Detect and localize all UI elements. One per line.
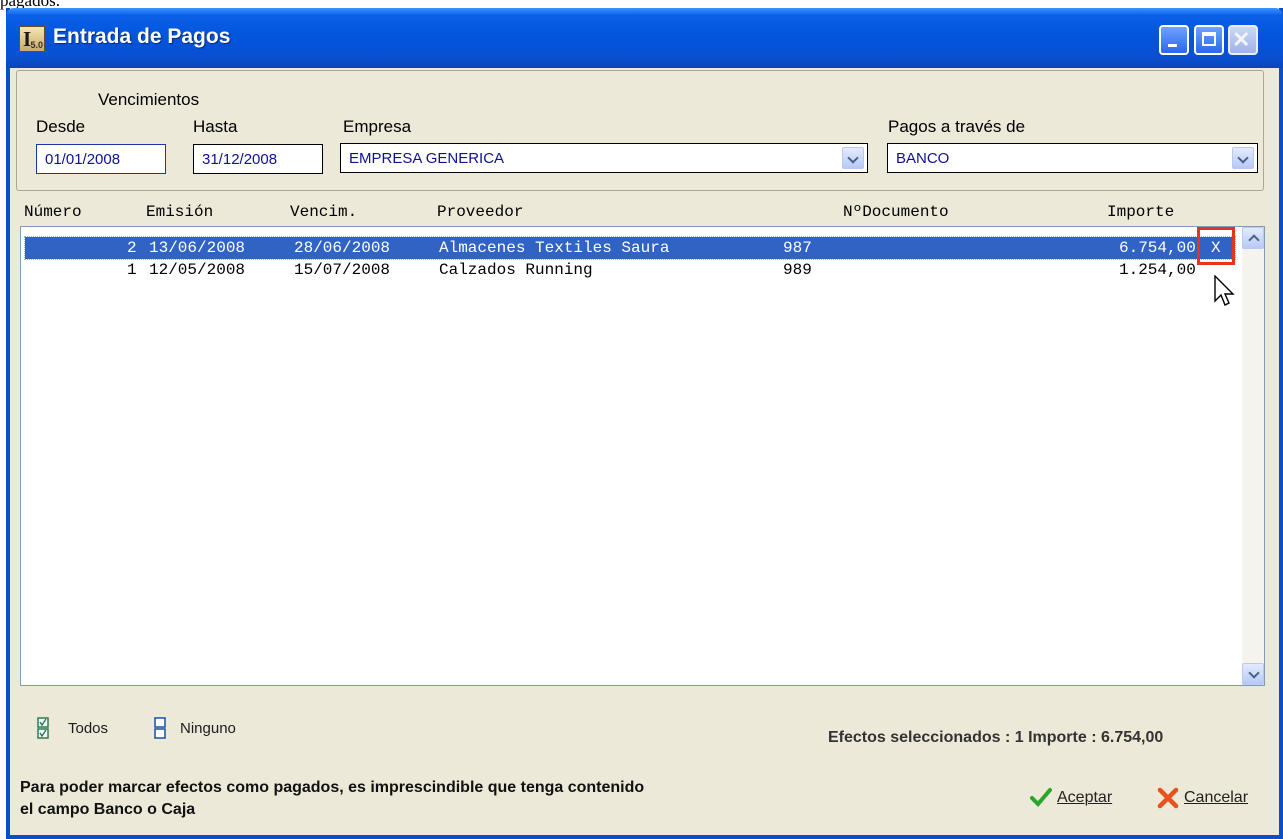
empresa-dropdown-icon[interactable]	[842, 147, 864, 169]
title-bar[interactable]: 5.0 Entrada de Pagos ✕	[6, 8, 1283, 68]
cell-importe: 1.254,00	[1119, 261, 1196, 279]
vertical-scrollbar[interactable]	[1242, 227, 1264, 685]
checkmark-icon	[1030, 788, 1052, 807]
cell-numero: 1	[127, 261, 137, 279]
hasta-field[interactable]: 31/12/2008	[193, 144, 323, 174]
selection-summary: Efectos seleccionados : 1 Importe : 6.75…	[828, 729, 1164, 746]
select-all-link[interactable]: Todos	[68, 720, 108, 737]
table-row[interactable]: 1 12/05/2008 15/07/2008 Calzados Running…	[25, 259, 1235, 281]
select-none-link[interactable]: Ninguno	[180, 720, 236, 737]
pagos-dropdown-icon[interactable]	[1232, 147, 1254, 169]
accept-label: Aceptar	[1057, 789, 1113, 806]
header-numero: Número	[24, 203, 82, 221]
maximize-icon	[1202, 32, 1216, 46]
pagos-label: Pagos a través de	[888, 117, 1026, 136]
mouse-cursor-icon	[1214, 275, 1235, 306]
note-line-2: el campo Banco o Caja	[20, 801, 196, 818]
cell-emision: 13/06/2008	[149, 239, 246, 257]
pagos-value: BANCO	[896, 150, 950, 167]
pagos-select[interactable]: BANCO	[887, 143, 1258, 173]
cell-vencim: 28/06/2008	[294, 239, 391, 257]
vencimientos-label: Vencimientos	[98, 90, 200, 109]
scroll-down-icon[interactable]	[1242, 663, 1264, 685]
desde-field[interactable]: 01/01/2008	[36, 144, 166, 174]
minimize-icon	[1168, 44, 1177, 47]
empresa-label: Empresa	[343, 117, 412, 136]
bank-requirement-note: Para poder marcar efectos como pagados, …	[20, 777, 900, 821]
empresa-value: EMPRESA GENERICA	[349, 150, 505, 167]
cell-vencim: 15/07/2008	[294, 261, 391, 279]
header-vencim: Vencim.	[290, 203, 358, 221]
header-emision: Emisión	[146, 203, 214, 221]
scroll-up-icon[interactable]	[1242, 227, 1264, 249]
cell-emision: 12/05/2008	[149, 261, 246, 279]
header-documento: NºDocumento	[843, 203, 949, 221]
header-importe: Importe	[1107, 203, 1175, 221]
cell-numero: 2	[127, 239, 137, 257]
cell-documento: 987	[783, 239, 812, 257]
window-title: Entrada de Pagos	[53, 25, 231, 48]
accept-button[interactable]: Aceptar	[1030, 788, 1112, 807]
minimize-button[interactable]	[1159, 25, 1189, 55]
table-row[interactable]: 2 13/06/2008 28/06/2008 Almacenes Textil…	[24, 227, 1236, 265]
maximize-button[interactable]	[1194, 25, 1224, 55]
cancel-label: Cancelar	[1184, 789, 1249, 806]
cell-documento: 989	[783, 261, 812, 279]
header-proveedor: Proveedor	[437, 203, 524, 221]
hasta-label: Hasta	[193, 117, 238, 136]
cell-proveedor: Almacenes Textiles Saura	[439, 239, 670, 257]
uncheck-all-icon[interactable]	[154, 717, 166, 739]
close-button[interactable]: ✕	[1228, 25, 1258, 55]
cancel-x-icon	[1157, 787, 1179, 809]
app-icon: 5.0	[19, 26, 45, 52]
check-all-icon[interactable]	[37, 717, 49, 739]
cancel-button[interactable]: Cancelar	[1157, 787, 1248, 809]
payments-grid[interactable]: 2 13/06/2008 28/06/2008 Almacenes Textil…	[20, 226, 1265, 686]
cell-importe: 6.754,00	[1119, 239, 1196, 257]
empresa-select[interactable]: EMPRESA GENERICA	[340, 143, 868, 173]
cell-proveedor: Calzados Running	[439, 261, 593, 279]
close-icon: ✕	[1232, 27, 1251, 52]
desde-label: Desde	[36, 117, 86, 136]
note-line-1: Para poder marcar efectos como pagados, …	[20, 779, 645, 796]
